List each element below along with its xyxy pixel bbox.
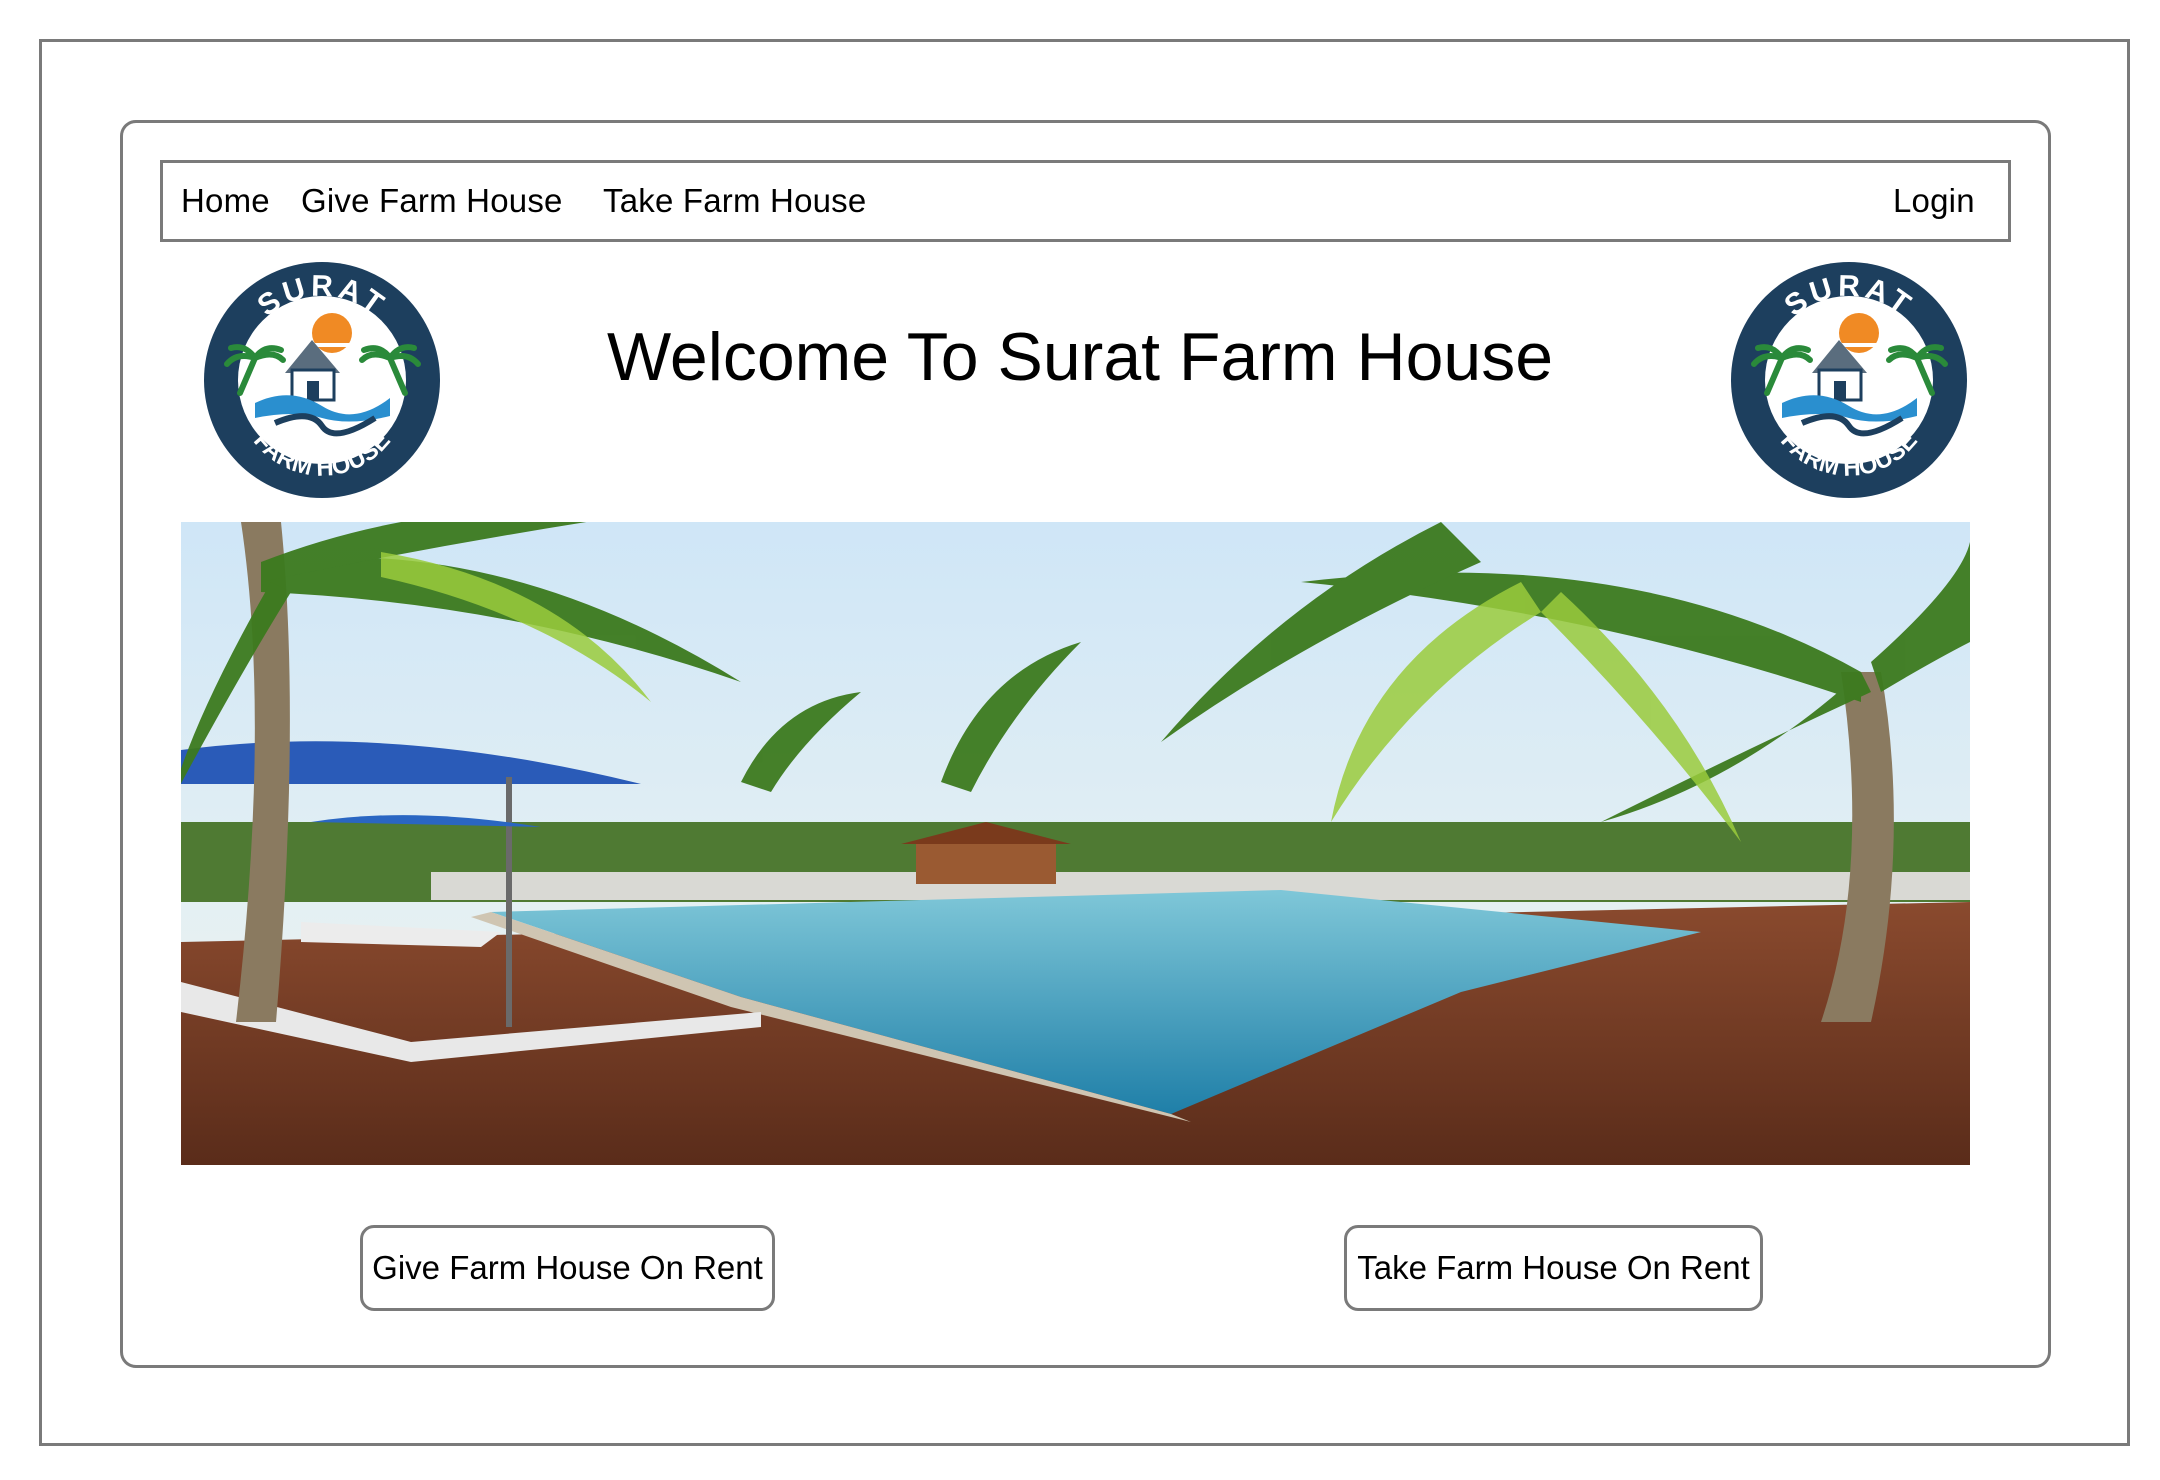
- give-farm-house-on-rent-button[interactable]: Give Farm House On Rent: [360, 1225, 775, 1311]
- hero-image: [181, 522, 1970, 1165]
- navbar: Home Give Farm House Take Farm House Log…: [160, 160, 2011, 242]
- page-title: Welcome To Surat Farm House: [606, 319, 1554, 395]
- take-farm-house-on-rent-button[interactable]: Take Farm House On Rent: [1344, 1225, 1763, 1311]
- nav-give-farm-house-link[interactable]: Give Farm House: [301, 163, 563, 239]
- pool-resort-photo-icon: [181, 522, 1970, 1165]
- logo-right: SURAT FARM HOUSE: [1727, 258, 1972, 503]
- nav-home-link[interactable]: Home: [181, 163, 270, 239]
- nav-take-farm-house-link[interactable]: Take Farm House: [603, 163, 866, 239]
- nav-login-link[interactable]: Login: [1893, 163, 1975, 239]
- logo-left: SURAT FARM HOUSE: [200, 258, 445, 503]
